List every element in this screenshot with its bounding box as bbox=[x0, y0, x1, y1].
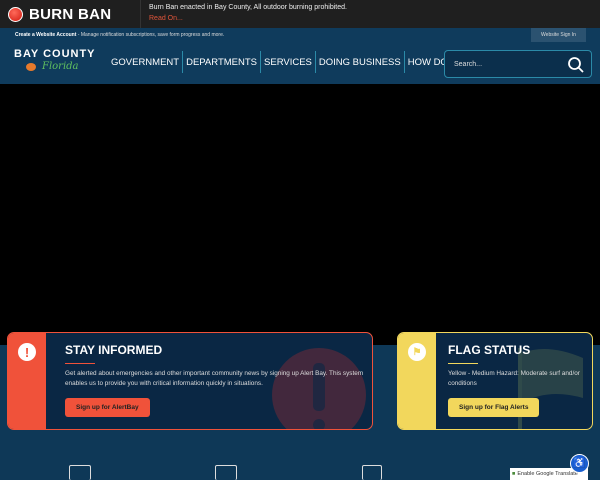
search-placeholder: Search... bbox=[454, 60, 483, 68]
burn-ban-badge: BURN BAN bbox=[0, 0, 141, 28]
main-nav: GOVERNMENT DEPARTMENTS SERVICES DOING BU… bbox=[110, 51, 464, 73]
card-title: FLAG STATUS bbox=[448, 343, 531, 357]
search-icon[interactable] bbox=[567, 56, 585, 74]
logo[interactable]: BAY COUNTY Florida bbox=[14, 48, 96, 72]
stay-informed-card: ! STAY INFORMED Get alerted about emerge… bbox=[7, 332, 373, 430]
document-icon[interactable] bbox=[362, 465, 382, 480]
nav-doing-business[interactable]: DOING BUSINESS bbox=[314, 51, 404, 73]
title-rule bbox=[65, 363, 95, 364]
account-notice: Create a Website Account - Manage notifi… bbox=[15, 32, 224, 38]
alert-title: BURN BAN bbox=[29, 5, 112, 23]
sun-icon bbox=[26, 63, 36, 71]
accessibility-icon[interactable]: ♿ bbox=[570, 454, 589, 473]
id-card-icon[interactable] bbox=[69, 465, 91, 480]
card-side: ! bbox=[8, 333, 46, 429]
folder-icon[interactable] bbox=[215, 465, 237, 480]
card-side: ⚑ bbox=[398, 333, 436, 429]
sign-in-button[interactable]: Website Sign In bbox=[531, 28, 586, 42]
alert-bar: BURN BAN Burn Ban enacted in Bay County,… bbox=[0, 0, 600, 28]
nav-services[interactable]: SERVICES bbox=[260, 51, 315, 73]
logo-bottom: Florida bbox=[42, 61, 79, 72]
search-input[interactable]: Search... bbox=[444, 50, 592, 78]
nav-government[interactable]: GOVERNMENT bbox=[110, 51, 182, 73]
site-header: Create a Website Account - Manage notifi… bbox=[0, 28, 600, 84]
translate-label: Enable Google Translate bbox=[517, 471, 578, 477]
alert-message: Burn Ban enacted in Bay County, All outd… bbox=[149, 4, 347, 11]
nav-departments[interactable]: DEPARTMENTS bbox=[182, 51, 260, 73]
flag-status-card: ⚑ FLAG STATUS Yellow - Medium Hazard: Mo… bbox=[397, 332, 593, 430]
card-title: STAY INFORMED bbox=[65, 343, 163, 357]
logo-top: BAY COUNTY bbox=[14, 48, 96, 60]
title-rule bbox=[448, 363, 478, 364]
alertbay-signup-button[interactable]: Sign up for AlertBay bbox=[65, 398, 150, 417]
alert-dot-icon bbox=[8, 6, 23, 22]
card-text: Get alerted about emergencies and other … bbox=[65, 370, 364, 387]
hero-video[interactable] bbox=[0, 84, 600, 345]
read-on-link[interactable]: Read On... bbox=[149, 15, 183, 22]
exclamation-icon: ! bbox=[18, 343, 36, 361]
flag-alerts-signup-button[interactable]: Sign up for Flag Alerts bbox=[448, 398, 540, 417]
account-text: - Manage notification subscriptions, sav… bbox=[76, 32, 225, 38]
create-account-link[interactable]: Create a Website Account bbox=[15, 32, 76, 38]
flag-icon: ⚑ bbox=[408, 343, 426, 361]
google-icon: ■ bbox=[512, 471, 516, 477]
card-text: Yellow - Medium Hazard: Moderate surf an… bbox=[448, 370, 580, 387]
